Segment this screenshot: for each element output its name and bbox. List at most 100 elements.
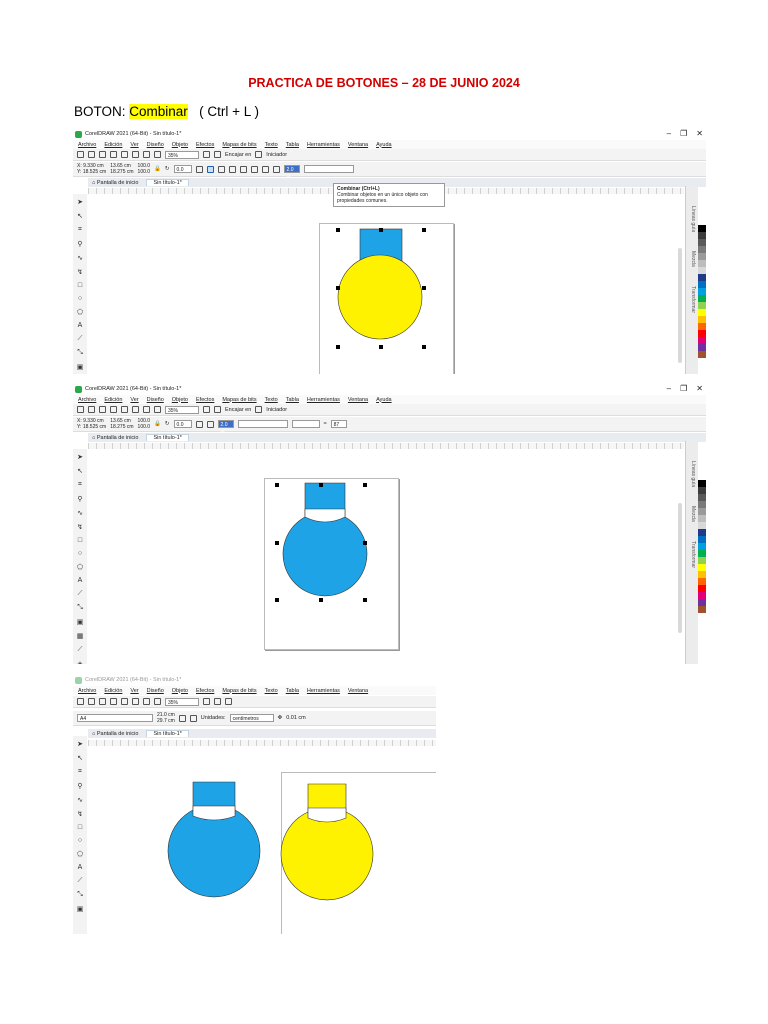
scale-height[interactable]: 100.0 <box>138 169 151 175</box>
snap-dropdown[interactable]: Encajar en <box>225 407 251 413</box>
palette-swatch[interactable] <box>698 281 706 288</box>
print-icon[interactable] <box>110 406 117 413</box>
zoom-tool-icon[interactable]: ⚲ <box>77 782 82 790</box>
menu-ayuda[interactable]: Ayuda <box>376 142 392 148</box>
selection-handle[interactable] <box>336 345 340 349</box>
menu-mapas-de-bits[interactable]: Mapas de bits <box>222 142 256 148</box>
zoom-field[interactable]: 35% <box>165 405 199 414</box>
save-icon[interactable] <box>99 698 106 705</box>
line-style-dropdown[interactable] <box>303 165 354 173</box>
menu-tabla[interactable]: Tabla <box>286 688 299 694</box>
ellipse-tool-icon[interactable]: ○ <box>78 837 82 844</box>
palette-swatch[interactable] <box>698 599 706 606</box>
close-icon[interactable]: ✕ <box>696 384 703 393</box>
rulers-icon[interactable] <box>214 151 221 158</box>
menu-edicion[interactable]: Edición <box>104 397 122 403</box>
palette-swatch[interactable] <box>698 330 706 337</box>
selection-handle[interactable] <box>319 483 323 487</box>
zoom-tool-icon[interactable]: ⚲ <box>77 495 82 503</box>
selection-handle[interactable] <box>363 598 367 602</box>
palette-swatch[interactable] <box>698 487 706 494</box>
menu-herramientas[interactable]: Herramientas <box>307 142 340 148</box>
rulers-icon[interactable] <box>214 406 221 413</box>
dock-tab-transform[interactable]: Transformar <box>690 541 696 568</box>
page-height[interactable]: 29.7 cm <box>157 718 175 724</box>
print-icon[interactable] <box>110 698 117 705</box>
polygon-tool-icon[interactable]: ⬠ <box>77 308 83 316</box>
menu-herramientas[interactable]: Herramientas <box>307 397 340 403</box>
selection-handle[interactable] <box>422 286 426 290</box>
crop-tool-icon[interactable]: ⌗ <box>78 481 82 489</box>
palette-swatch[interactable] <box>698 480 706 487</box>
portrait-icon[interactable] <box>178 714 186 722</box>
palette-swatch[interactable] <box>698 564 706 571</box>
palette-swatch[interactable] <box>698 323 706 330</box>
tab-home[interactable]: ⌂ Pantalla de inicio <box>88 435 142 441</box>
scale-height[interactable]: 100.0 <box>138 424 151 430</box>
open-icon[interactable] <box>88 698 95 705</box>
import-icon[interactable] <box>143 406 150 413</box>
selection-handle[interactable] <box>379 345 383 349</box>
pick-tool-icon[interactable]: ➤ <box>77 198 83 206</box>
minimize-icon[interactable]: – <box>667 384 671 393</box>
crop-tool-icon[interactable]: ⌗ <box>78 768 82 776</box>
menu-texto[interactable]: Texto <box>265 688 278 694</box>
open-icon[interactable] <box>88 151 95 158</box>
color-palette[interactable] <box>698 473 706 613</box>
polygon-tool-icon[interactable]: ⬠ <box>77 563 83 571</box>
palette-swatch[interactable] <box>698 302 706 309</box>
outline-width-field[interactable]: 2.0 pt <box>283 165 300 181</box>
menu-tabla[interactable]: Tabla <box>286 142 299 148</box>
crop-tool-icon[interactable]: ⌗ <box>78 226 82 234</box>
palette-swatch[interactable] <box>698 225 706 232</box>
eyedropper-tool-icon[interactable]: ⟋ <box>78 646 83 654</box>
dock-tab-blend[interactable]: Mezcla <box>690 251 696 267</box>
menu-herramientas[interactable]: Herramientas <box>307 688 340 694</box>
launch-dropdown[interactable]: Iniciador <box>266 152 287 158</box>
combined-yellow-shape[interactable] <box>280 783 374 901</box>
color-palette[interactable] <box>698 218 706 358</box>
palette-swatch[interactable] <box>698 578 706 585</box>
palette-swatch[interactable] <box>698 522 706 529</box>
options-icon[interactable] <box>255 406 263 413</box>
palette-swatch[interactable] <box>698 473 706 480</box>
palette-swatch[interactable] <box>698 592 706 599</box>
palette-swatch[interactable] <box>698 232 706 239</box>
menu-diseno[interactable]: Diseño <box>147 688 164 694</box>
freehand-tool-icon[interactable]: ∿ <box>77 509 83 517</box>
dock-tab-guides[interactable]: Líneas guía <box>690 206 696 232</box>
selection-handle[interactable] <box>363 483 367 487</box>
tab-document[interactable]: Sin título-1* <box>146 730 189 737</box>
export-icon[interactable] <box>154 698 161 705</box>
shape-tool-icon[interactable]: ↖ <box>77 467 83 475</box>
fill-tool-icon[interactable]: ◈ <box>77 660 82 664</box>
launch-dropdown[interactable]: Iniciador <box>266 407 287 413</box>
menu-archivo[interactable]: Archivo <box>78 397 96 403</box>
menu-efectos[interactable]: Efectos <box>196 397 214 403</box>
line-style-dropdown[interactable] <box>237 420 288 428</box>
palette-swatch[interactable] <box>698 543 706 550</box>
text-tool-icon[interactable]: A <box>78 864 83 871</box>
export-icon[interactable] <box>154 406 161 413</box>
units-dropdown[interactable]: centímetros <box>229 714 274 722</box>
transparency-tool-icon[interactable]: ▣ <box>77 363 84 371</box>
connector-tool-icon[interactable]: ⟋ <box>78 590 83 598</box>
menu-ventana[interactable]: Ventana <box>348 688 368 694</box>
palette-swatch[interactable] <box>698 316 706 323</box>
combined-blue-shape[interactable] <box>282 482 368 597</box>
redo-icon[interactable] <box>132 151 139 158</box>
snap-dropdown[interactable]: Encajar en <box>225 152 251 158</box>
size-height[interactable]: 18.275 cm <box>110 424 133 430</box>
shape-tool-icon[interactable]: ↖ <box>77 754 83 762</box>
undo-icon[interactable] <box>121 151 128 158</box>
selection-handle[interactable] <box>275 598 279 602</box>
tab-home[interactable]: ⌂ Pantalla de inicio <box>88 180 142 186</box>
restore-icon[interactable]: ❐ <box>680 129 687 138</box>
size-height[interactable]: 18.275 cm <box>110 169 133 175</box>
dock-tab-blend[interactable]: Mezcla <box>690 506 696 522</box>
selection-handle[interactable] <box>275 541 279 545</box>
selection-handle[interactable] <box>336 228 340 232</box>
menu-ver[interactable]: Ver <box>130 142 138 148</box>
weld-icon[interactable] <box>217 165 225 173</box>
palette-swatch[interactable] <box>698 501 706 508</box>
